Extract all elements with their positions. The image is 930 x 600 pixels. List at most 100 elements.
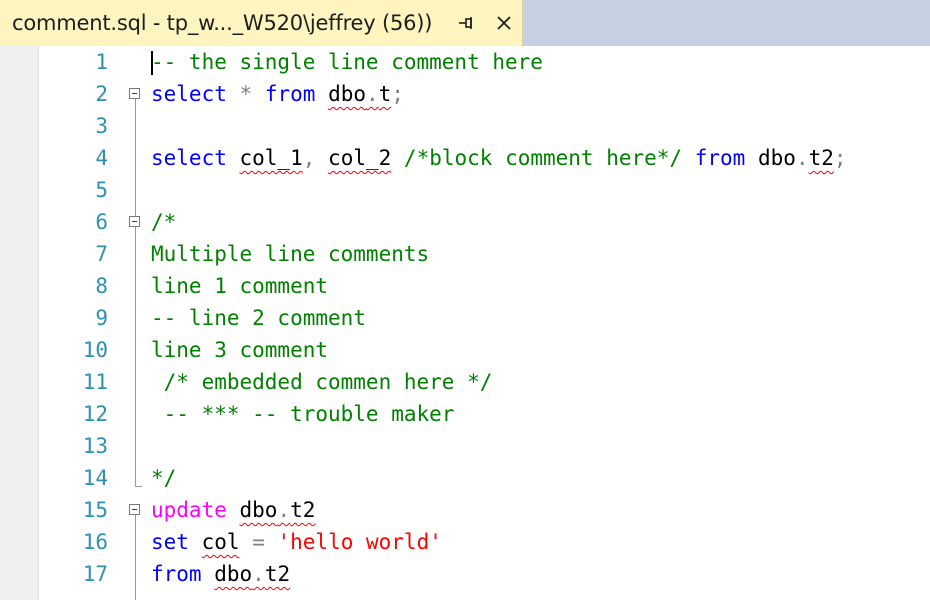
code-token: /*block comment here*/ (403, 146, 683, 170)
code-token: select (151, 82, 227, 106)
document-tab[interactable]: comment.sql - tp_w..._W520\jeffrey (56)) (0, 0, 523, 46)
code-token: ; (391, 82, 404, 106)
close-icon[interactable] (490, 9, 518, 37)
sql-editor[interactable]: 1 2 3 4 5 6 7 8 9 10 11 12 13 14 15 16 17 -- the single … (0, 46, 930, 600)
code-token: dbo (214, 562, 253, 586)
code-line[interactable]: from dbo.t2 (151, 558, 290, 590)
code-token: select (151, 146, 227, 170)
code-token: dbo (328, 82, 366, 106)
code-area[interactable]: -- the single line comment here select * … (151, 46, 930, 600)
outline-line (135, 515, 136, 600)
line-number: 1 (95, 50, 108, 74)
outline-line (135, 99, 136, 222)
code-line[interactable]: /* (151, 206, 176, 238)
outlining-margin (124, 46, 148, 600)
line-number: 9 (95, 306, 108, 330)
code-token: col_2 (328, 146, 392, 170)
code-token: from (694, 146, 746, 170)
code-line[interactable]: -- the single line comment here (151, 46, 543, 78)
line-number: 2 (95, 82, 108, 106)
code-token: update (151, 498, 227, 522)
code-token: -- line 2 comment (151, 306, 366, 330)
code-token: 'hello world' (277, 530, 442, 554)
code-token: line 3 comment (151, 338, 329, 362)
code-token: dbo (239, 498, 278, 522)
line-number: 6 (95, 210, 108, 234)
code-token: -- the single line comment here (151, 50, 543, 74)
code-token: t2 (264, 562, 291, 586)
line-number: 15 (82, 498, 108, 522)
line-number: 5 (95, 178, 108, 202)
document-tab-strip: comment.sql - tp_w..._W520\jeffrey (56)) (0, 0, 930, 46)
line-number: 13 (82, 434, 108, 458)
code-line[interactable]: */ (151, 462, 176, 494)
code-token: line 1 comment (151, 274, 329, 298)
collapse-icon[interactable] (129, 216, 140, 227)
line-number: 14 (82, 466, 108, 490)
line-number: 10 (82, 338, 108, 362)
code-token: t (378, 82, 392, 106)
code-token: t2 (290, 498, 316, 522)
code-line[interactable]: set col = 'hello world' (151, 526, 442, 558)
code-token: t2 (808, 146, 834, 170)
code-line[interactable]: line 3 comment (151, 334, 328, 366)
code-line[interactable]: update dbo.t2 (151, 494, 315, 526)
code-token: */ (151, 466, 177, 490)
code-token: from (264, 82, 316, 106)
line-number: 8 (95, 274, 108, 298)
line-number: 11 (82, 370, 108, 394)
code-token: col (201, 530, 240, 554)
code-token: = (252, 530, 265, 554)
line-number: 7 (95, 242, 108, 266)
ssms-editor-window: comment.sql - tp_w..._W520\jeffrey (56))… (0, 0, 930, 600)
outline-line (135, 227, 136, 486)
code-token: * (239, 82, 253, 106)
code-line[interactable]: select col_1, col_2 /*block comment here… (151, 142, 847, 174)
code-token: , (302, 146, 316, 170)
line-number: 4 (95, 146, 108, 170)
code-line[interactable]: select * from dbo.t; (151, 78, 404, 110)
code-token: /* embedded commen here */ (151, 370, 493, 394)
code-token: . (366, 82, 379, 106)
code-line[interactable]: -- *** -- trouble maker (151, 398, 455, 430)
outline-end (135, 486, 142, 487)
code-token: from (151, 562, 202, 586)
code-token: set (151, 530, 189, 554)
line-number: 3 (95, 114, 108, 138)
code-line[interactable]: line 1 comment (151, 270, 328, 302)
tab-title: comment.sql - tp_w..._W520\jeffrey (56)) (12, 11, 433, 35)
code-token: col_1 (239, 146, 303, 170)
code-line[interactable]: Multiple line comments (151, 238, 429, 270)
code-token: ; (833, 146, 847, 170)
line-number-gutter: 1 2 3 4 5 6 7 8 9 10 11 12 13 14 15 16 17 (38, 46, 112, 600)
code-token: Multiple line comments (151, 242, 430, 266)
collapse-icon[interactable] (129, 504, 140, 515)
line-number: 16 (82, 530, 108, 554)
code-token: /* (151, 210, 177, 234)
code-line[interactable]: -- line 2 comment (151, 302, 366, 334)
code-token: -- *** -- trouble maker (151, 402, 455, 426)
code-line[interactable]: /* embedded commen here */ (151, 366, 493, 398)
line-number: 12 (82, 402, 108, 426)
collapse-icon[interactable] (129, 88, 140, 99)
text-caret (151, 51, 153, 75)
code-token: . (277, 498, 291, 522)
code-token: . (252, 562, 265, 586)
code-token: . (795, 146, 809, 170)
line-number: 17 (82, 562, 108, 586)
indicator-margin (0, 46, 39, 600)
pin-icon[interactable] (452, 9, 480, 37)
